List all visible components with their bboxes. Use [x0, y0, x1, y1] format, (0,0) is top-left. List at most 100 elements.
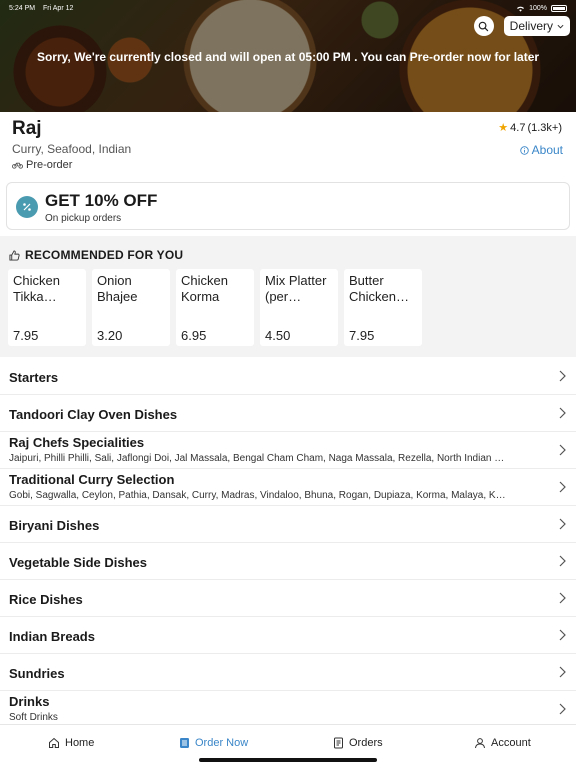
chevron-right-icon [559, 370, 566, 382]
status-right: 100% [516, 4, 567, 12]
recommended-heading: RECOMMENDED FOR YOU [9, 248, 183, 262]
delivery-mode-dropdown[interactable]: Delivery [503, 16, 570, 36]
category-rice[interactable]: Rice Dishes [0, 580, 576, 617]
chevron-right-icon [559, 407, 566, 419]
offer-subtitle: On pickup orders [45, 213, 122, 224]
chevron-right-icon [559, 703, 566, 715]
tab-home[interactable]: Home [48, 737, 94, 749]
tab-orders[interactable]: Orders [333, 737, 383, 749]
recommended-item-price: 4.50 [265, 328, 291, 343]
search-icon [478, 21, 489, 31]
recommended-item[interactable]: Butter Chicken Tikka 7.95 [344, 269, 422, 346]
category-traditional-curry[interactable]: Traditional Curry Selection Gobi, Sagwal… [0, 469, 576, 506]
receipt-icon [334, 737, 343, 749]
status-left: 5:24 PM Fri Apr 12 [9, 5, 79, 12]
chevron-right-icon [559, 666, 566, 678]
restaurant-cuisine: Curry, Seafood, Indian [12, 142, 132, 156]
recommended-item-price: 7.95 [349, 328, 375, 343]
category-starters[interactable]: Starters [0, 358, 576, 395]
recommended-item-name: Onion Bhajee [97, 273, 138, 304]
person-icon [475, 738, 485, 749]
chevron-down-icon [557, 24, 564, 29]
status-date: Fri Apr 12 [43, 4, 74, 12]
preorder-label: Pre-order [26, 159, 73, 171]
menu-book-icon [180, 738, 189, 748]
category-title: Rice Dishes [9, 592, 83, 607]
status-time: 5:24 PM [9, 4, 36, 12]
category-vegetable-sides[interactable]: Vegetable Side Dishes [0, 543, 576, 580]
about-link[interactable]: About [519, 143, 563, 157]
category-title: Indian Breads [9, 629, 95, 644]
recommended-item[interactable]: Mix Platter (per Person) 4.50 [260, 269, 338, 346]
recommended-list: Chicken Tikka Masala 7.95 Onion Bhajee 3… [8, 269, 422, 346]
category-title: Drinks [9, 694, 50, 709]
home-icon [49, 737, 59, 748]
tab-home-label: Home [65, 737, 95, 749]
offer-card[interactable]: GET 10% OFF On pickup orders [6, 182, 570, 230]
category-subtitle: Jaipuri, Philli Philli, Sali, Jaflongi D… [9, 453, 509, 464]
status-bar: 5:24 PM Fri Apr 12 100% [9, 3, 567, 13]
home-indicator [199, 758, 377, 762]
restaurant-name: Raj [12, 118, 42, 139]
recommended-section: RECOMMENDED FOR YOU Chicken Tikka Masala… [0, 236, 576, 357]
bike-icon [12, 162, 23, 169]
delivery-mode-label: Delivery [509, 19, 553, 33]
chevron-right-icon [559, 481, 566, 493]
recommended-item-name: Chicken Tikka Masala [13, 273, 60, 304]
menu-categories: Starters Tandoori Clay Oven Dishes Raj C… [0, 358, 576, 728]
category-sundries[interactable]: Sundries [0, 654, 576, 691]
bottom-tab-bar: Home Order Now Orders Account [0, 724, 576, 768]
hero-banner: 5:24 PM Fri Apr 12 100% Delivery Sorry, … [0, 0, 576, 112]
search-button[interactable] [473, 16, 494, 36]
tab-account-label: Account [491, 737, 531, 749]
category-title: Traditional Curry Selection [9, 472, 175, 487]
category-tandoori[interactable]: Tandoori Clay Oven Dishes [0, 395, 576, 432]
category-biryani[interactable]: Biryani Dishes [0, 506, 576, 543]
discount-badge-icon [16, 196, 38, 218]
recommended-title: RECOMMENDED FOR YOU [25, 248, 184, 262]
category-indian-breads[interactable]: Indian Breads [0, 617, 576, 654]
offer-title: GET 10% OFF [45, 191, 158, 210]
tab-order-now-label: Order Now [195, 737, 249, 749]
chevron-right-icon [559, 518, 566, 530]
recommended-item-name: Chicken Korma [181, 273, 228, 304]
thumbs-up-icon [9, 249, 20, 261]
tab-orders-label: Orders [349, 737, 383, 749]
battery-icon [551, 4, 567, 12]
rating-value: 4.7 [510, 121, 526, 134]
restaurant-info: Raj Curry, Seafood, Indian Pre-order ★ 4… [0, 112, 576, 178]
category-title: Starters [9, 370, 59, 385]
category-drinks[interactable]: Drinks Soft Drinks [0, 691, 576, 728]
category-title: Tandoori Clay Oven Dishes [9, 407, 178, 422]
recommended-item-name: Butter Chicken Tikka [349, 273, 396, 304]
battery-percent: 100% [529, 4, 547, 12]
info-icon [519, 145, 529, 155]
category-subtitle: Gobi, Sagwalla, Ceylon, Pathia, Dansak, … [9, 490, 509, 501]
category-title: Sundries [9, 666, 65, 681]
chevron-right-icon [559, 444, 566, 456]
rating-count: (1.3k+) [527, 121, 562, 134]
recommended-item-price: 7.95 [13, 328, 39, 343]
recommended-item[interactable]: Onion Bhajee 3.20 [92, 269, 170, 346]
wifi-icon [517, 6, 525, 12]
recommended-item[interactable]: Chicken Tikka Masala 7.95 [8, 269, 86, 346]
category-title: Biryani Dishes [9, 518, 100, 533]
chevron-right-icon [559, 592, 566, 604]
tab-order-now[interactable]: Order Now [179, 737, 248, 749]
recommended-item[interactable]: Chicken Korma 6.95 [176, 269, 254, 346]
restaurant-rating: ★ 4.7 (1.3k+) [498, 121, 562, 135]
closed-message: Sorry, We're currently closed and will o… [36, 50, 540, 64]
recommended-item-price: 6.95 [181, 328, 207, 343]
recommended-item-price: 3.20 [97, 328, 123, 343]
tab-account[interactable]: Account [474, 737, 531, 749]
recommended-item-name: Mix Platter (per Person) [265, 273, 327, 304]
category-subtitle: Soft Drinks [9, 712, 58, 723]
category-chefs-specialities[interactable]: Raj Chefs Specialities Jaipuri, Philli P… [0, 432, 576, 469]
about-label: About [531, 143, 563, 157]
category-title: Vegetable Side Dishes [9, 555, 148, 570]
category-title: Raj Chefs Specialities [9, 435, 145, 450]
chevron-right-icon [559, 555, 566, 567]
chevron-right-icon [559, 629, 566, 641]
star-icon: ★ [498, 122, 509, 134]
preorder-indicator: Pre-order [12, 159, 72, 171]
